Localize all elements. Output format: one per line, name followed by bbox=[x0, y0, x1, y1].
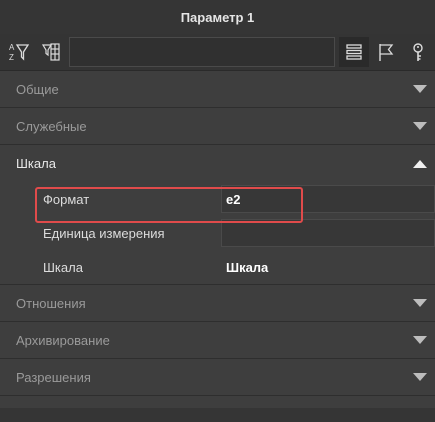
section-general[interactable]: Общие bbox=[0, 71, 435, 108]
prop-row-unit[interactable]: Единица измерения bbox=[0, 216, 435, 250]
section-archiving-label: Архивирование bbox=[16, 332, 110, 348]
format-field[interactable] bbox=[221, 185, 435, 213]
panel-title: Параметр 1 bbox=[0, 0, 435, 34]
chevron-down-icon bbox=[413, 299, 427, 307]
flag-icon bbox=[379, 44, 394, 61]
search-input[interactable] bbox=[69, 37, 335, 67]
chevron-down-icon bbox=[413, 85, 427, 93]
flag-button[interactable] bbox=[371, 37, 401, 67]
chevron-up-icon bbox=[413, 159, 427, 168]
chevron-down-icon bbox=[413, 122, 427, 130]
panel-title-text: Параметр 1 bbox=[180, 9, 255, 25]
prop-label-format: Формат bbox=[43, 191, 90, 207]
key-icon bbox=[413, 43, 423, 61]
section-relations-label: Отношения bbox=[16, 295, 86, 311]
svg-text:Z: Z bbox=[9, 53, 14, 62]
property-list: Общие Служебные Шкала Формат e2 Единица … bbox=[0, 71, 435, 396]
key-button[interactable] bbox=[403, 37, 433, 67]
list-view-icon bbox=[346, 44, 362, 60]
section-archiving[interactable]: Архивирование bbox=[0, 322, 435, 359]
list-view-button[interactable] bbox=[339, 37, 369, 67]
prop-row-scale[interactable]: Шкала Шкала bbox=[0, 250, 435, 285]
section-scale-label: Шкала bbox=[16, 156, 56, 171]
section-permissions-label: Разрешения bbox=[16, 369, 91, 385]
prop-row-format[interactable]: Формат e2 bbox=[0, 182, 435, 216]
prop-value-format[interactable]: e2 bbox=[226, 192, 240, 207]
prop-label-scale: Шкала bbox=[43, 259, 83, 275]
prop-label-unit: Единица измерения bbox=[43, 225, 165, 241]
sort-az-filter-icon: A Z bbox=[9, 43, 30, 62]
svg-text:A: A bbox=[9, 43, 15, 52]
chevron-down-icon bbox=[413, 373, 427, 381]
bottom-bar bbox=[0, 408, 435, 422]
toolbar: A Z bbox=[0, 34, 435, 71]
section-service[interactable]: Служебные bbox=[0, 108, 435, 145]
unit-field[interactable] bbox=[221, 219, 435, 247]
section-service-label: Служебные bbox=[16, 118, 87, 134]
filter-grid-icon bbox=[41, 43, 60, 61]
prop-value-scale[interactable]: Шкала bbox=[226, 260, 268, 275]
sort-az-filter-button[interactable]: A Z bbox=[4, 37, 34, 67]
chevron-down-icon bbox=[413, 336, 427, 344]
section-general-label: Общие bbox=[16, 81, 59, 97]
section-scale[interactable]: Шкала bbox=[0, 145, 435, 182]
section-permissions[interactable]: Разрешения bbox=[0, 359, 435, 396]
filter-grid-button[interactable] bbox=[36, 37, 66, 67]
section-relations[interactable]: Отношения bbox=[0, 285, 435, 322]
